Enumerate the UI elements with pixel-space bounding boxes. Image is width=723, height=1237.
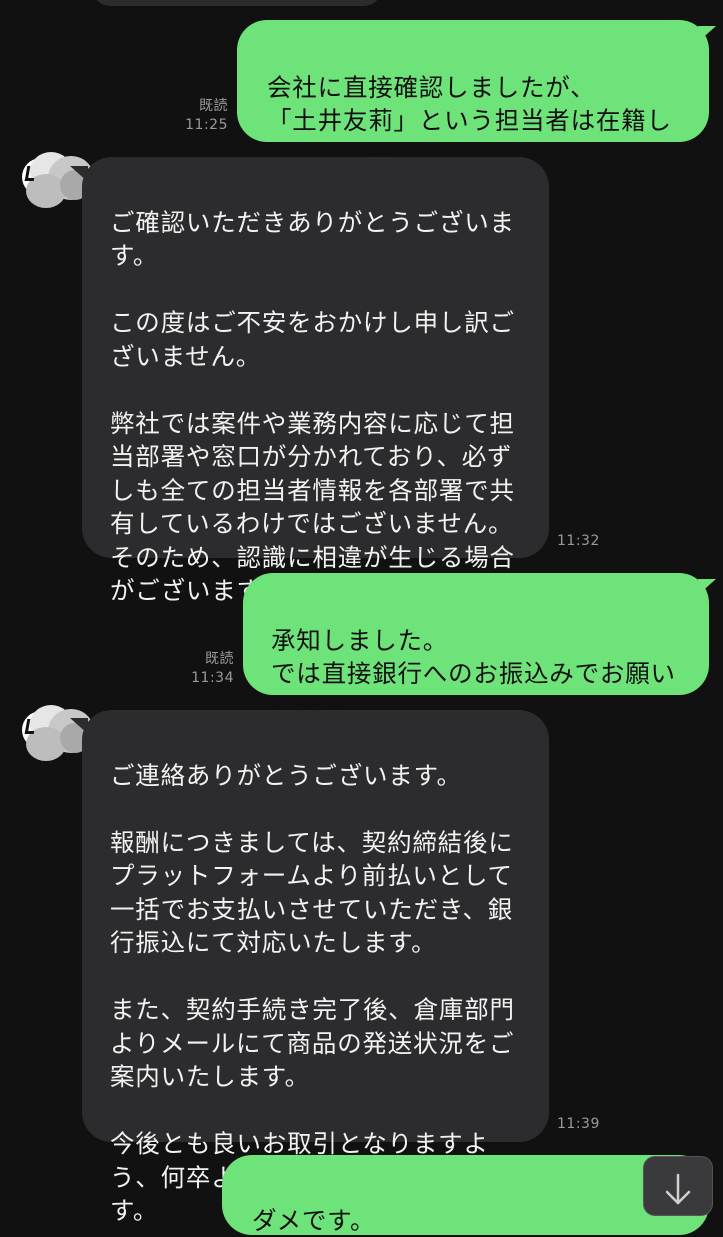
read-receipt: 既読 [205, 651, 234, 667]
message-text: ダメです。 [252, 1205, 376, 1235]
message-text: ご確認いただきありがとうございます。 この度はご不安をおかけし申し訳ございません… [110, 207, 515, 606]
sender-avatar[interactable] [18, 150, 94, 214]
bubble-tail [698, 26, 716, 42]
incoming-message[interactable]: ご確認いただきありがとうございます。 この度はご不安をおかけし申し訳ございません… [82, 157, 549, 605]
scroll-to-bottom-button[interactable] [643, 1156, 713, 1216]
message-text: 会社に直接確認しましたが、 「土井友莉」という担当者は在籍していないそうです。 [267, 72, 672, 169]
previous-message-bubble-edge [92, 0, 382, 6]
read-receipt: 既読 [199, 98, 228, 114]
outgoing-message[interactable]: 会社に直接確認しましたが、 「土井友莉」という担当者は在籍していないそうです。 [237, 20, 709, 169]
timestamp: 11:34 [191, 670, 234, 686]
chat-area[interactable]: 既読 11:25 会社に直接確認しましたが、 「土井友莉」という担当者は在籍して… [0, 0, 723, 1235]
message-meta: 既読 11:25 [168, 97, 228, 135]
timestamp: 11:32 [557, 533, 600, 549]
bubble-tail [698, 579, 716, 595]
timestamp: 11:25 [185, 117, 228, 133]
outgoing-message[interactable]: 承知しました。 では直接銀行へのお振込みでお願いします。 [243, 573, 709, 722]
message-text: 承知しました。 では直接銀行へのお振込みでお願いします。 [271, 625, 676, 722]
arrow-down-icon [665, 1173, 691, 1205]
timestamp: 11:39 [557, 1116, 600, 1132]
sender-avatar[interactable] [18, 703, 94, 767]
message-meta: 既読 11:34 [174, 650, 234, 688]
outgoing-message[interactable]: ダメです。 [222, 1155, 709, 1235]
incoming-message[interactable]: ご連絡ありがとうございます。 報酬につきましては、契約締結後にプラットフォームよ… [82, 710, 549, 1225]
